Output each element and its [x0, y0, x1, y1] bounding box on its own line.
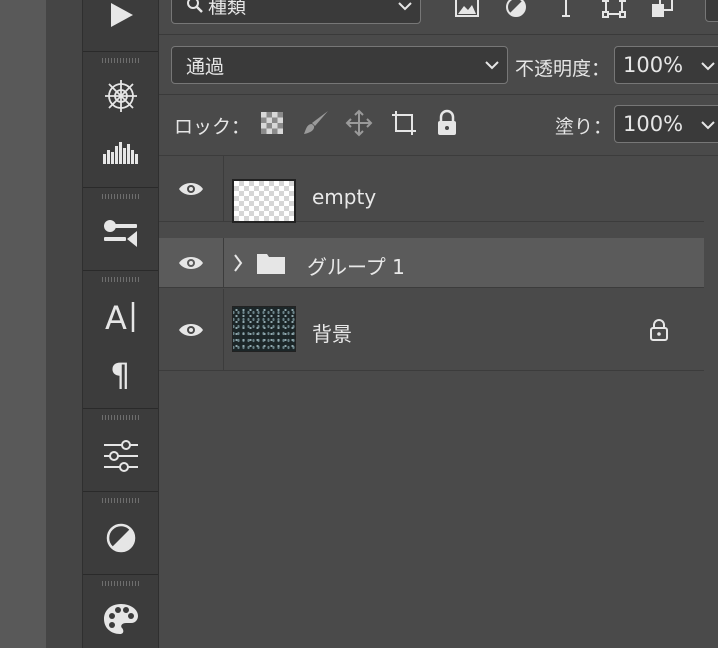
character-icon[interactable]: A	[101, 297, 141, 337]
brush-settings-icon[interactable]	[101, 214, 141, 254]
layer-name[interactable]: 背景	[312, 318, 352, 347]
eye-icon	[179, 323, 203, 336]
lock-position-icon[interactable]	[345, 109, 373, 141]
blend-mode-dropdown[interactable]: 通過	[171, 46, 508, 84]
chevron-right-icon[interactable]	[233, 254, 243, 276]
chevron-down-icon	[398, 2, 412, 11]
blend-mode-value: 通過	[186, 55, 225, 78]
group-grip[interactable]	[102, 194, 140, 199]
chevron-down-icon	[701, 121, 715, 130]
adjustments-icon[interactable]	[101, 436, 141, 476]
tool-group-swatch	[83, 575, 158, 648]
network-icon[interactable]	[101, 76, 141, 116]
chevron-down-icon	[701, 62, 715, 71]
folder-icon	[256, 251, 286, 279]
tool-group-color	[83, 492, 158, 575]
group-name[interactable]: グループ 1	[307, 251, 405, 280]
opacity-field[interactable]: 100%	[614, 46, 718, 84]
layer-row-background[interactable]: 背景	[159, 289, 704, 371]
tool-group-brush	[83, 188, 158, 271]
tool-group-actions	[83, 0, 158, 52]
group-grip[interactable]	[102, 581, 140, 586]
group-grip[interactable]	[102, 58, 140, 63]
filter-kind-label: 種類	[208, 0, 247, 18]
canvas-edge	[0, 0, 46, 648]
group-grip[interactable]	[102, 277, 140, 282]
filter-kind-dropdown[interactable]: 種類	[171, 0, 421, 24]
layer-row-empty[interactable]: empty	[159, 156, 704, 223]
tool-group-type: A ¶	[83, 271, 158, 409]
histogram-icon[interactable]	[101, 131, 141, 171]
svg-text:¶: ¶	[110, 356, 130, 390]
chevron-down-icon	[485, 61, 499, 70]
group-grip[interactable]	[102, 498, 140, 503]
shape-filter-icon[interactable]	[602, 0, 626, 22]
visibility-toggle[interactable]	[159, 289, 224, 370]
layer-thumbnail[interactable]	[232, 179, 296, 223]
visibility-toggle[interactable]	[159, 156, 224, 221]
visibility-toggle[interactable]	[159, 238, 224, 287]
adjustment-filter-icon[interactable]	[505, 0, 527, 22]
divider	[159, 94, 718, 95]
contrast-icon[interactable]	[101, 518, 141, 558]
fill-label: 塗り：	[555, 116, 613, 138]
palette-icon[interactable]	[101, 599, 141, 639]
lock-transparent-icon[interactable]	[260, 111, 284, 139]
layer-row-group[interactable]: グループ 1	[159, 238, 704, 288]
group-grip[interactable]	[102, 415, 140, 420]
opacity-value: 100%	[623, 53, 684, 77]
tool-group-adjust	[83, 409, 158, 492]
fill-value: 100%	[623, 112, 684, 136]
image-filter-icon[interactable]	[455, 0, 479, 22]
panel-gutter	[46, 0, 83, 648]
lock-image-icon[interactable]	[302, 109, 330, 141]
panel-dock-toolbar: A ¶	[83, 0, 159, 648]
eye-icon	[179, 182, 203, 195]
search-icon	[187, 0, 203, 13]
panel-scrollbar[interactable]	[704, 156, 718, 648]
layer-lock-icon	[649, 318, 669, 346]
smart-object-filter-icon[interactable]	[651, 0, 673, 22]
lock-all-icon[interactable]	[436, 109, 458, 141]
filter-toggle[interactable]	[705, 0, 718, 22]
lock-label: ロック：	[174, 116, 251, 138]
layers-panel: 種類 通過 不透明度： 100% ロック： 塗り： 100% empty グルー…	[159, 0, 718, 648]
tool-group-info	[83, 52, 158, 188]
svg-text:A: A	[105, 299, 127, 335]
type-filter-icon[interactable]	[555, 0, 577, 22]
lock-artboard-icon[interactable]	[390, 109, 418, 141]
eye-icon	[179, 256, 203, 269]
opacity-label: 不透明度：	[515, 58, 611, 80]
divider	[159, 34, 718, 35]
play-icon[interactable]	[101, 0, 141, 35]
fill-field[interactable]: 100%	[614, 105, 718, 143]
paragraph-icon[interactable]: ¶	[101, 353, 141, 393]
layer-thumbnail[interactable]	[232, 306, 296, 352]
layer-name[interactable]: empty	[312, 185, 376, 209]
